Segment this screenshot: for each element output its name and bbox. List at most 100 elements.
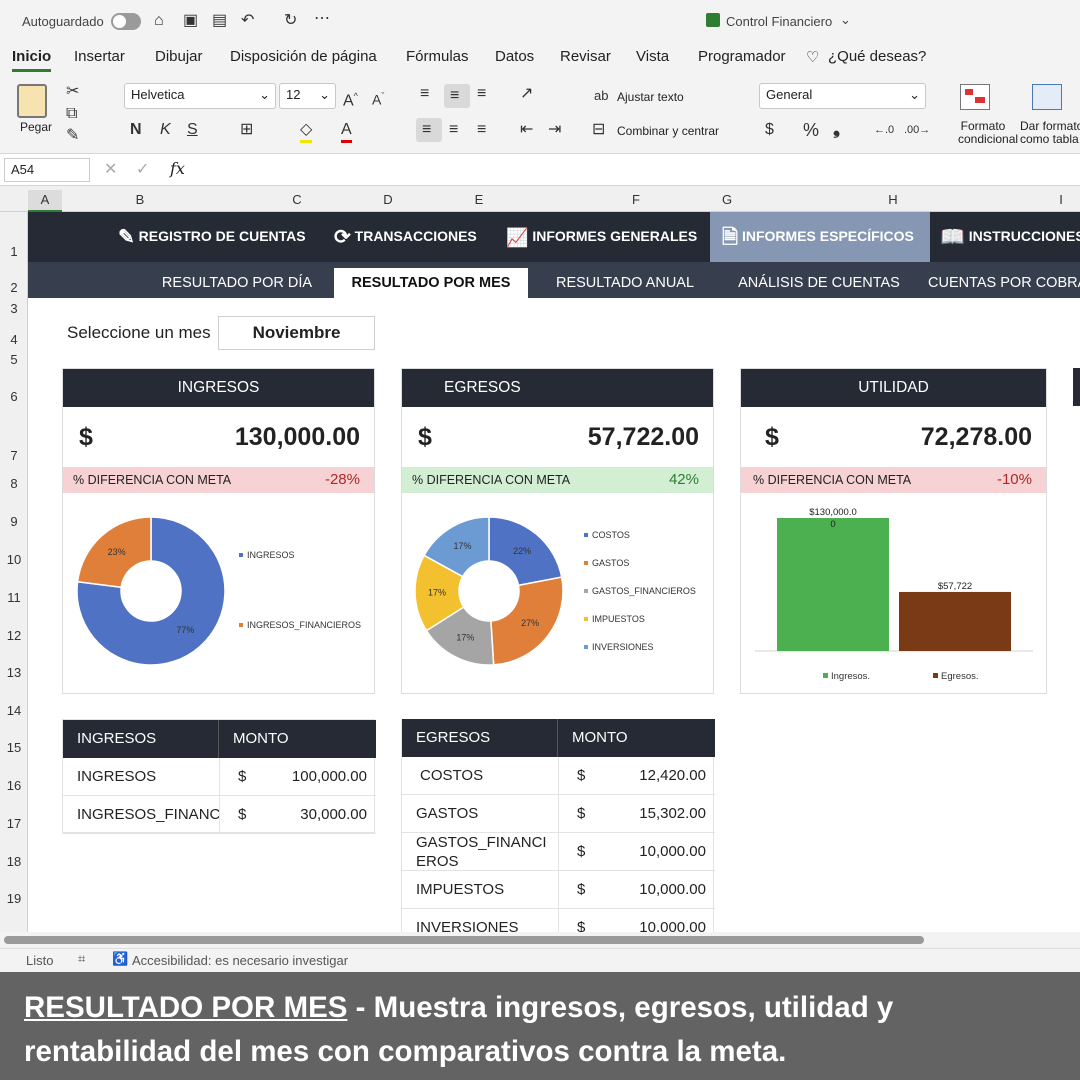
scroll-thumb[interactable] (4, 936, 924, 944)
column-h[interactable]: H (740, 192, 1046, 207)
column-f[interactable]: F (558, 192, 714, 207)
column-g[interactable]: G (714, 192, 740, 207)
row-14[interactable]: 14 (0, 703, 28, 718)
formula-input[interactable] (198, 158, 1078, 182)
format-as-table-label[interactable]: Dar formato como tabla (1020, 120, 1080, 146)
tab-revisar[interactable]: Revisar (560, 48, 611, 65)
nav-transacciones[interactable]: ⟳ TRANSACCIONES (334, 212, 477, 262)
row-2[interactable]: 2 (0, 280, 28, 295)
nav-registro-cuentas[interactable]: ✎ REGISTRO DE CUENTAS (118, 212, 306, 262)
subnav-cuentas-cobrar[interactable]: CUENTAS POR COBRAR (916, 268, 1080, 298)
column-e[interactable]: E (400, 192, 558, 207)
increase-decimal-icon[interactable]: ←.0 (874, 120, 894, 140)
subnav-resultado-mes[interactable]: RESULTADO POR MES (334, 268, 528, 298)
tab-dibujar[interactable]: Dibujar (155, 48, 203, 65)
decrease-indent-icon[interactable]: ⇤ (520, 120, 533, 140)
row-5[interactable]: 5 (0, 352, 28, 367)
row-6[interactable]: 6 (0, 389, 28, 404)
tab-datos[interactable]: Datos (495, 48, 534, 65)
column-i[interactable]: I (1046, 192, 1076, 207)
autosave-toggle[interactable] (111, 13, 141, 30)
number-format-select[interactable]: General ⌄ (759, 83, 926, 109)
tab-programador[interactable]: Programador (698, 48, 786, 65)
row-9[interactable]: 9 (0, 514, 28, 529)
row-18[interactable]: 18 (0, 854, 28, 869)
accessibility-icon[interactable]: ♿ (112, 951, 128, 967)
align-bottom-icon[interactable]: ≡ (477, 84, 486, 104)
row-16[interactable]: 16 (0, 778, 28, 793)
row-15[interactable]: 15 (0, 740, 28, 755)
nav-informes-especificos[interactable]: 🗎 INFORMES ESPECÍFICOS (710, 212, 930, 262)
subnav-resultado-dia[interactable]: RESULTADO POR DÍA (140, 268, 334, 298)
row-17[interactable]: 17 (0, 816, 28, 831)
increase-font-icon[interactable]: A^ (343, 86, 358, 111)
align-left-icon[interactable]: ≡ (416, 118, 442, 142)
font-color-icon[interactable]: A (341, 120, 352, 143)
tab-formulas[interactable]: Fórmulas (406, 48, 469, 65)
borders-icon[interactable]: ⊞ (240, 120, 253, 140)
align-center-icon[interactable]: ≡ (449, 120, 458, 140)
decrease-decimal-icon[interactable]: .00→ (904, 120, 930, 140)
row-19[interactable]: 19 (0, 891, 28, 906)
increase-indent-icon[interactable]: ⇥ (548, 120, 561, 140)
tab-insertar[interactable]: Insertar (74, 48, 125, 65)
wrap-text-button[interactable]: Ajustar texto (617, 90, 684, 104)
tab-disposicion[interactable]: Disposición de página (230, 48, 377, 65)
column-a[interactable]: A (28, 190, 62, 212)
merge-center-button[interactable]: Combinar y centrar (617, 124, 719, 138)
function-icon[interactable]: fx (170, 159, 185, 178)
italic-button[interactable]: K (160, 120, 171, 140)
cancel-icon[interactable]: ✕ (104, 160, 117, 180)
format-as-table-icon[interactable] (1032, 84, 1062, 110)
horizontal-scrollbar[interactable] (0, 932, 1080, 948)
conditional-format-label[interactable]: Formato condicional (958, 120, 1018, 146)
bold-button[interactable]: N (130, 120, 142, 140)
enter-icon[interactable]: ✓ (136, 160, 149, 180)
undo-icon[interactable]: ↶ (241, 11, 254, 31)
conditional-format-icon[interactable] (960, 84, 990, 110)
format-painter-icon[interactable]: ✎ (66, 126, 79, 146)
copy-icon[interactable]: ⧉ (66, 104, 77, 124)
row-13[interactable]: 13 (0, 665, 28, 680)
cut-icon[interactable]: ✂ (66, 82, 79, 102)
decrease-font-icon[interactable]: Aˇ (372, 86, 384, 110)
save-as-icon[interactable]: ▤ (212, 11, 227, 31)
month-select[interactable]: Noviembre (218, 316, 375, 350)
row-12[interactable]: 12 (0, 628, 28, 643)
nav-informes-generales[interactable]: 📈 INFORMES GENERALES (506, 212, 697, 262)
tell-me-search[interactable]: ¿Qué deseas? (828, 48, 926, 65)
redo-icon[interactable]: ↻ (284, 11, 297, 31)
home-icon[interactable]: ⌂ (154, 11, 164, 31)
percent-button[interactable]: % (803, 120, 819, 140)
font-family-select[interactable]: Helvetica ⌄ (124, 83, 276, 109)
more-icon[interactable]: ⋯ (314, 9, 330, 29)
column-b[interactable]: B (62, 192, 218, 207)
paste-icon[interactable] (17, 84, 47, 118)
underline-button[interactable]: S (187, 120, 198, 140)
align-middle-icon[interactable]: ≡ (444, 84, 470, 108)
row-10[interactable]: 10 (0, 552, 28, 567)
tab-inicio[interactable]: Inicio (12, 48, 52, 72)
row-11[interactable]: 11 (0, 590, 28, 605)
comma-style-button[interactable]: ❟ (833, 118, 840, 138)
orientation-icon[interactable]: ↗ (520, 84, 533, 104)
name-box[interactable]: A54 (4, 158, 90, 182)
document-title[interactable]: Control Financiero (726, 14, 832, 29)
row-3[interactable]: 3 (0, 301, 28, 316)
accessibility-status[interactable]: Accesibilidad: es necesario investigar (132, 953, 348, 968)
fill-color-icon[interactable]: ◇ (300, 120, 313, 143)
column-c[interactable]: C (218, 192, 376, 207)
row-4[interactable]: 4 (0, 332, 28, 347)
font-size-select[interactable]: 12 ⌄ (279, 83, 336, 109)
nav-instrucciones[interactable]: 📖 INSTRUCCIONES (940, 212, 1080, 262)
tab-vista[interactable]: Vista (636, 48, 669, 65)
align-right-icon[interactable]: ≡ (477, 120, 486, 140)
row-7[interactable]: 7 (0, 448, 28, 463)
currency-button[interactable]: $ (765, 120, 774, 140)
column-d[interactable]: D (376, 192, 400, 207)
subnav-analisis-cuentas[interactable]: ANÁLISIS DE CUENTAS (722, 268, 916, 298)
subnav-resultado-anual[interactable]: RESULTADO ANUAL (528, 268, 722, 298)
macro-icon[interactable]: ⌗ (78, 951, 85, 967)
align-top-icon[interactable]: ≡ (420, 84, 429, 104)
save-icon[interactable]: ▣ (183, 11, 198, 31)
